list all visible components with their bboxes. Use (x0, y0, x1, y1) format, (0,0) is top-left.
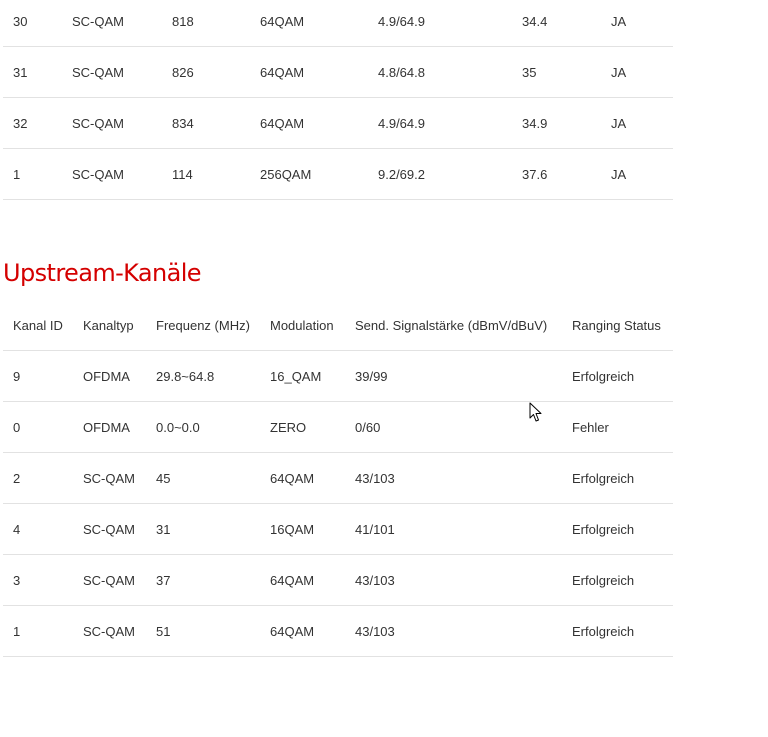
table-cell: 35 (512, 46, 601, 98)
table-cell: 16_QAM (260, 350, 345, 402)
downstream-table-row: 1 SC-QAM 114 256QAM 9.2/69.2 37.6 JA (3, 148, 673, 200)
table-cell: 9 (3, 350, 73, 402)
table-cell: JA (601, 46, 673, 98)
table-cell: 4.8/64.8 (368, 46, 512, 98)
table-cell: 834 (162, 97, 250, 149)
table-cell: 31 (146, 503, 260, 555)
table-cell: 45 (146, 452, 260, 504)
table-cell: Erfolgreich (562, 350, 673, 402)
table-cell: 0 (3, 401, 73, 453)
table-cell: 30 (3, 0, 62, 47)
column-header: Kanaltyp (73, 300, 146, 351)
table-cell: 4.9/64.9 (368, 0, 512, 47)
table-cell: SC-QAM (62, 97, 162, 149)
upstream-table-row: 9 OFDMA 29.8~64.8 16_QAM 39/99 Erfolgreich (3, 350, 673, 402)
table-cell: 34.9 (512, 97, 601, 149)
column-header: Ranging Status (562, 300, 673, 351)
downstream-channel-table: 30 SC-QAM 818 64QAM 4.9/64.9 34.4 JA 31 SC-QAM 82… (3, 0, 673, 200)
table-cell: 0.0~0.0 (146, 401, 260, 453)
table-cell: 64QAM (250, 97, 368, 149)
table-cell: 43/103 (345, 554, 562, 606)
upstream-table-header: Kanal ID Kanaltyp Frequenz (MHz) Modulation… (3, 300, 673, 351)
mouse-pointer-icon (529, 402, 542, 422)
table-cell: SC-QAM (62, 46, 162, 98)
table-cell: SC-QAM (73, 452, 146, 504)
table-cell: 37.6 (512, 148, 601, 200)
table-cell: 4.9/64.9 (368, 97, 512, 149)
upstream-table-row: 0 OFDMA 0.0~0.0 ZERO 0/60 Fehler (3, 401, 673, 453)
downstream-table-row: 31 SC-QAM 826 64QAM 4.8/64.8 35 JA (3, 46, 673, 98)
table-cell: SC-QAM (62, 0, 162, 47)
upstream-table-container: Kanal ID Kanaltyp Frequenz (MHz) Modulation… (3, 300, 673, 657)
table-cell: 51 (146, 605, 260, 657)
downstream-table-container: 30 SC-QAM 818 64QAM 4.9/64.9 34.4 JA 31 SC-QAM 82… (3, 0, 673, 200)
table-cell: Erfolgreich (562, 452, 673, 504)
upstream-table-row: 1 SC-QAM 51 64QAM 43/103 Erfolgreich (3, 605, 673, 657)
table-cell: 39/99 (345, 350, 562, 402)
table-cell: 16QAM (260, 503, 345, 555)
table-cell: 256QAM (250, 148, 368, 200)
column-header: Frequenz (MHz) (146, 300, 260, 351)
table-cell: 64QAM (260, 452, 345, 504)
table-cell: 29.8~64.8 (146, 350, 260, 402)
table-cell: SC-QAM (73, 503, 146, 555)
table-cell: 114 (162, 148, 250, 200)
table-cell: 31 (3, 46, 62, 98)
table-cell: SC-QAM (62, 148, 162, 200)
downstream-table-row: 32 SC-QAM 834 64QAM 4.9/64.9 34.9 JA (3, 97, 673, 149)
table-cell: Erfolgreich (562, 554, 673, 606)
table-cell: 43/103 (345, 452, 562, 504)
table-cell: 34.4 (512, 0, 601, 47)
upstream-table-row: 4 SC-QAM 31 16QAM 41/101 Erfolgreich (3, 503, 673, 555)
table-cell: 1 (3, 605, 73, 657)
table-cell: 64QAM (250, 46, 368, 98)
table-cell: 64QAM (250, 0, 368, 47)
table-cell: ZERO (260, 401, 345, 453)
table-cell: 37 (146, 554, 260, 606)
column-header: Kanal ID (3, 300, 73, 351)
table-cell: JA (601, 97, 673, 149)
table-cell: JA (601, 148, 673, 200)
upstream-section-title: Upstream-Kanäle (3, 259, 202, 287)
downstream-table-row: 30 SC-QAM 818 64QAM 4.9/64.9 34.4 JA (3, 0, 673, 47)
table-cell: 3 (3, 554, 73, 606)
table-cell: 4 (3, 503, 73, 555)
upstream-table-row: 2 SC-QAM 45 64QAM 43/103 Erfolgreich (3, 452, 673, 504)
table-cell: OFDMA (73, 350, 146, 402)
upstream-table-row: 3 SC-QAM 37 64QAM 43/103 Erfolgreich (3, 554, 673, 606)
table-cell: Erfolgreich (562, 605, 673, 657)
table-cell: 1 (3, 148, 62, 200)
table-cell: SC-QAM (73, 554, 146, 606)
table-cell: 64QAM (260, 554, 345, 606)
table-cell: 64QAM (260, 605, 345, 657)
upstream-channel-table: Kanal ID Kanaltyp Frequenz (MHz) Modulation… (3, 300, 673, 657)
table-cell: SC-QAM (73, 605, 146, 657)
table-cell: 818 (162, 0, 250, 47)
table-cell: 32 (3, 97, 62, 149)
column-header: Send. Signalstärke (dBmV/dBuV) (345, 300, 562, 351)
table-cell: 2 (3, 452, 73, 504)
table-cell: 9.2/69.2 (368, 148, 512, 200)
table-cell: 43/103 (345, 605, 562, 657)
table-cell: 41/101 (345, 503, 562, 555)
table-cell: Erfolgreich (562, 503, 673, 555)
column-header: Modulation (260, 300, 345, 351)
table-cell: OFDMA (73, 401, 146, 453)
table-cell: Fehler (562, 401, 673, 453)
table-cell: 826 (162, 46, 250, 98)
table-cell: JA (601, 0, 673, 47)
